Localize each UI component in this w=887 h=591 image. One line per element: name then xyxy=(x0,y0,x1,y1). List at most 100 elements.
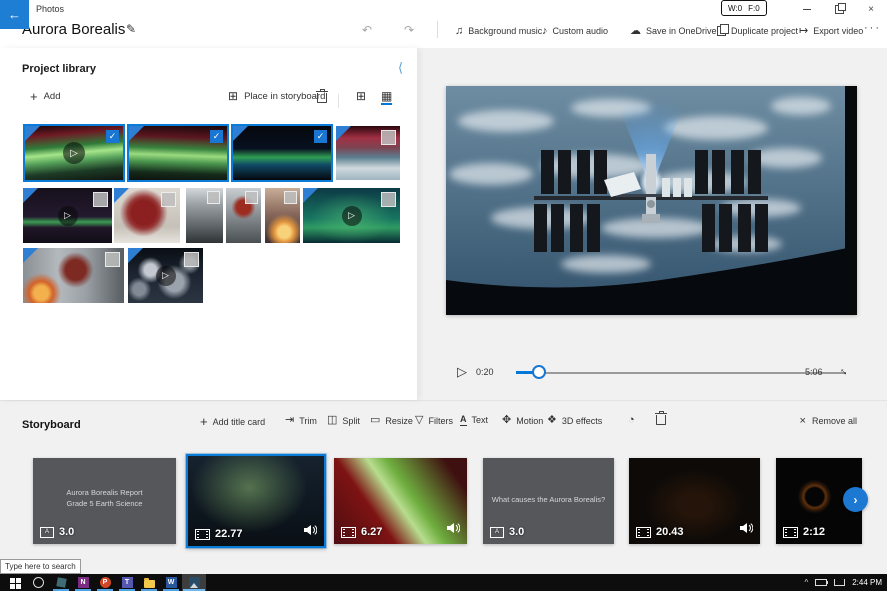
minimize-button[interactable] xyxy=(791,0,823,18)
taskbar-app-1[interactable] xyxy=(50,574,72,591)
storyboard-section: Storyboard + Add title card ⇥ Trim ◫ Spl… xyxy=(0,400,887,575)
checkbox-unchecked[interactable] xyxy=(161,192,176,207)
library-thumbnail-photo-6[interactable] xyxy=(114,188,180,243)
edit-title-icon[interactable]: ✎ xyxy=(126,22,136,36)
save-onedrive-button[interactable]: ☁ Save in OneDrive xyxy=(630,23,717,39)
seek-bar-track[interactable] xyxy=(516,372,846,374)
preview-play-button[interactable]: ▷ xyxy=(457,364,467,380)
text-button[interactable]: A Text xyxy=(460,415,488,426)
storyboard-clip-title-card-1[interactable]: Aurora Borealis Report Grade 5 Earth Sci… xyxy=(33,458,176,544)
filters-button[interactable]: ▽ Filters xyxy=(415,415,453,426)
duplicate-project-button[interactable]: Duplicate project xyxy=(717,23,798,39)
seek-bar-thumb[interactable] xyxy=(532,365,546,379)
taskbar-clock[interactable]: 2:44 PM xyxy=(852,578,882,587)
speaker-icon[interactable] xyxy=(447,520,460,538)
add-button[interactable]: + Add xyxy=(30,90,61,103)
split-button[interactable]: ◫ Split xyxy=(327,415,360,426)
restore-button[interactable] xyxy=(823,0,855,18)
library-thumbnail-photo-4[interactable] xyxy=(336,126,400,180)
speaker-icon[interactable] xyxy=(304,522,317,540)
remove-all-button[interactable]: × Remove all xyxy=(800,415,857,427)
collapse-panel-chevron[interactable]: ⟨ xyxy=(398,60,403,76)
view-toggle-add-tile[interactable]: ⊞ xyxy=(356,90,366,102)
checkbox-unchecked[interactable] xyxy=(184,252,199,267)
taskbar-app-file-explorer[interactable] xyxy=(138,574,160,591)
remove-all-label: Remove all xyxy=(812,416,857,426)
corner-fold-icon xyxy=(233,126,248,141)
checkbox-unchecked[interactable] xyxy=(381,192,396,207)
custom-audio-button[interactable]: ♪ Custom audio xyxy=(542,23,608,39)
remove-all-x-icon: × xyxy=(800,415,806,427)
place-in-storyboard-button[interactable]: ⊞ Place in storyboard xyxy=(228,90,325,102)
window-controls: × xyxy=(791,0,887,18)
export-video-button[interactable]: ↦ Export video xyxy=(799,23,863,39)
taskbar-app-onenote[interactable]: N xyxy=(72,574,94,591)
library-thumbnail-photo-8[interactable] xyxy=(226,188,261,243)
speaker-icon[interactable] xyxy=(740,520,753,538)
library-thumbnail-video-1[interactable]: ▷ ✓ xyxy=(25,126,123,180)
battery-icon[interactable] xyxy=(815,579,827,586)
checkbox-unchecked[interactable] xyxy=(207,191,220,204)
teams-icon: T xyxy=(122,577,133,588)
corner-fold-icon xyxy=(129,126,144,141)
film-icon xyxy=(341,527,356,538)
back-button[interactable]: ← xyxy=(0,0,29,29)
corner-fold-icon xyxy=(25,126,40,141)
redo-button[interactable]: ↷ xyxy=(404,23,414,37)
more-options-button[interactable]: ··· xyxy=(864,22,881,34)
delete-selected-button[interactable] xyxy=(317,90,327,103)
checkbox-checked[interactable]: ✓ xyxy=(314,130,327,143)
network-icon[interactable] xyxy=(834,579,845,586)
storyboard-toolbar: + Add title card ⇥ Trim ◫ Split ▭ Resize… xyxy=(0,415,887,435)
checkbox-unchecked[interactable] xyxy=(381,130,396,145)
undo-button[interactable]: ↶ xyxy=(362,23,372,37)
taskbar-app-photos-active[interactable] xyxy=(182,574,206,591)
start-button[interactable] xyxy=(4,574,26,591)
checkbox-checked[interactable]: ✓ xyxy=(210,130,223,143)
checkbox-unchecked[interactable] xyxy=(105,252,120,267)
cortana-button[interactable] xyxy=(28,574,48,591)
custom-audio-label: Custom audio xyxy=(553,26,609,36)
checkbox-checked[interactable]: ✓ xyxy=(106,130,119,143)
checkbox-unchecked[interactable] xyxy=(284,191,297,204)
taskbar-app-teams[interactable]: T xyxy=(116,574,138,591)
storyboard-clip-title-card-4[interactable]: What causes the Aurora Borealis? A 3.0 xyxy=(483,458,614,544)
storyboard-scroll-right-button[interactable]: › xyxy=(843,487,868,512)
resize-button[interactable]: ▭ Resize xyxy=(370,415,413,426)
effects-3d-button[interactable]: ❖ 3D effects xyxy=(547,415,602,426)
library-thumbnail-photo-11[interactable] xyxy=(23,248,124,303)
motion-button[interactable]: ✥ Motion xyxy=(502,415,543,426)
taskbar-app-word[interactable]: W xyxy=(160,574,182,591)
storyboard-clip-video-5[interactable]: 20.43 xyxy=(629,458,760,544)
library-thumbnail-video-5[interactable]: ▷ xyxy=(23,188,112,243)
close-button[interactable]: × xyxy=(855,0,887,18)
speed-icon: ◔ xyxy=(628,415,635,426)
delete-clip-button[interactable] xyxy=(656,415,666,425)
speed-button[interactable]: ◔ xyxy=(628,415,635,426)
trim-button[interactable]: ⇥ Trim xyxy=(285,415,317,426)
place-in-storyboard-label: Place in storyboard xyxy=(244,91,325,102)
checkbox-unchecked[interactable] xyxy=(93,192,108,207)
video-preview[interactable] xyxy=(446,86,857,315)
library-thumbnail-video-2[interactable]: ✓ xyxy=(129,126,227,180)
library-thumbnail-video-3[interactable]: ✓ xyxy=(233,126,331,180)
library-thumbnail-photo-9[interactable] xyxy=(265,188,300,243)
save-onedrive-label: Save in OneDrive xyxy=(646,26,717,36)
library-toolbar-separator xyxy=(338,94,339,108)
library-thumbnail-video-10[interactable]: ▷ xyxy=(303,188,400,243)
clip-duration: 2:12 xyxy=(803,526,825,538)
view-toggle-grid[interactable]: ▦ xyxy=(381,90,392,105)
export-video-label: Export video xyxy=(813,26,863,36)
corner-fold-icon xyxy=(114,188,129,203)
badge-f: F:0 xyxy=(748,4,760,13)
cortana-icon xyxy=(33,577,44,588)
storyboard-clip-video-2-selected[interactable]: 22.77 xyxy=(186,454,326,548)
storyboard-clip-video-3[interactable]: 6.27 xyxy=(334,458,467,544)
tray-expand-chevron-icon[interactable]: ^ xyxy=(804,578,808,587)
library-thumbnail-photo-7[interactable] xyxy=(186,188,223,243)
checkbox-unchecked[interactable] xyxy=(245,191,258,204)
taskbar-app-powerpoint[interactable]: P xyxy=(94,574,116,591)
library-thumbnail-video-12[interactable]: ▷ xyxy=(128,248,203,303)
background-music-button[interactable]: ♫ Background music xyxy=(455,23,542,39)
add-title-card-button[interactable]: + Add title card xyxy=(200,415,265,428)
